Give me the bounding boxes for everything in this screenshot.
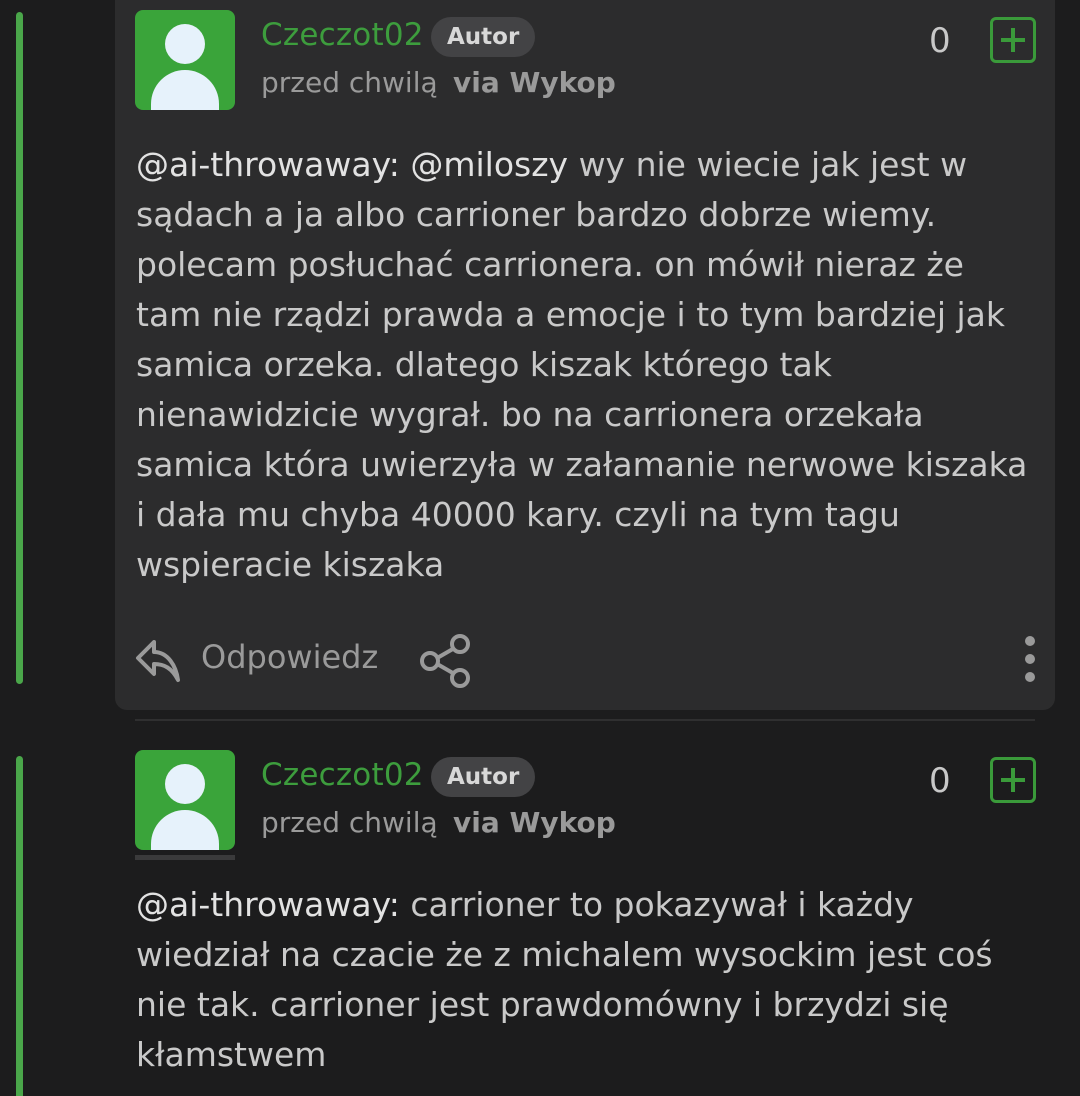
via-source: via Wykop bbox=[453, 806, 616, 839]
comment-body: @ai-throwaway: carrioner to pokazywał i … bbox=[136, 880, 1036, 1080]
comment-divider bbox=[135, 719, 1035, 721]
mention-link[interactable]: @ai-throwaway: bbox=[136, 885, 400, 924]
vote-score: 0 bbox=[929, 21, 951, 61]
upvote-plus-button[interactable] bbox=[990, 17, 1036, 63]
avatar-body bbox=[151, 70, 219, 110]
avatar-head bbox=[165, 24, 205, 64]
via-source: via Wykop bbox=[453, 66, 616, 99]
timestamp: przed chwilą bbox=[261, 66, 438, 99]
user-avatar[interactable] bbox=[135, 750, 235, 850]
avatar-body bbox=[151, 810, 219, 850]
thread-indicator-line bbox=[16, 12, 23, 684]
more-vertical-icon[interactable] bbox=[1020, 636, 1040, 682]
mention-link[interactable]: @ai-throwaway: bbox=[136, 145, 400, 184]
comment-body: @ai-throwaway: @miloszy wy nie wiecie ja… bbox=[136, 140, 1036, 590]
share-icon[interactable] bbox=[420, 634, 472, 688]
thread-indicator-line bbox=[16, 756, 23, 1096]
comment-text: wy nie wiecie jak jest w sądach a ja alb… bbox=[136, 145, 1028, 584]
upvote-plus-button[interactable] bbox=[990, 757, 1036, 803]
reply-button[interactable]: Odpowiedz bbox=[201, 638, 378, 676]
timestamp: przed chwilą bbox=[261, 806, 438, 839]
user-avatar[interactable] bbox=[135, 10, 235, 110]
vote-score: 0 bbox=[929, 761, 951, 801]
username-link[interactable]: Czeczot02 bbox=[261, 757, 424, 793]
mention-link[interactable]: @miloszy bbox=[410, 145, 568, 184]
avatar-head bbox=[165, 764, 205, 804]
username-link[interactable]: Czeczot02 bbox=[261, 17, 424, 53]
reply-arrow-icon[interactable] bbox=[134, 636, 182, 684]
author-badge: Autor bbox=[431, 757, 536, 797]
comment-thread: Czeczot02 Autor przed chwilą via Wykop 0… bbox=[0, 0, 1080, 1096]
avatar-underline bbox=[135, 855, 235, 860]
author-badge: Autor bbox=[431, 17, 536, 57]
